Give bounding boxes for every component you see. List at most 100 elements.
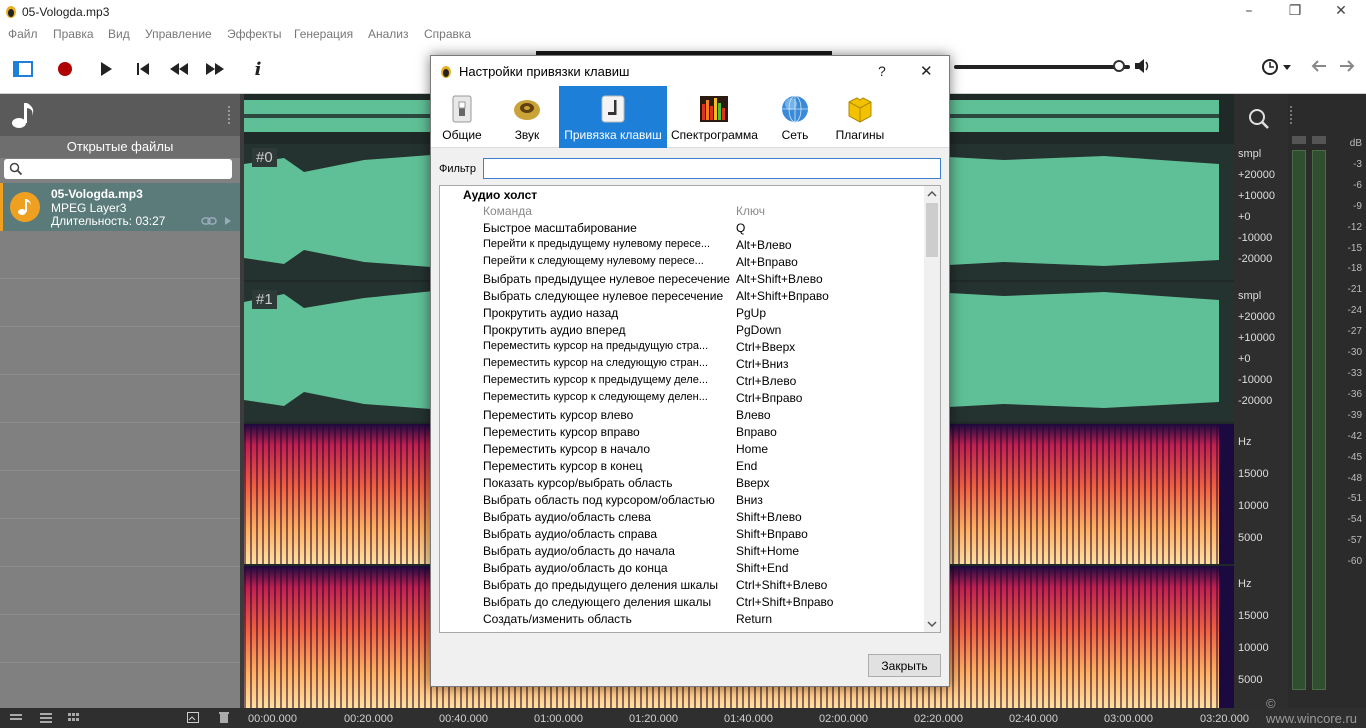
key-bindings-list[interactable]: Аудио холст Команда Ключ Быстрое масштаб… (439, 185, 941, 633)
filter-label: Фильтр (439, 163, 476, 175)
level-meter: dB -3 -6 -9 -12 -15 -18 -21 -24 -27 -30 … (1288, 94, 1366, 708)
dialog-title: Настройки привязки клавиш (459, 64, 630, 79)
amplitude-scale: smpl +20000 +10000 +0 -10000 -20000 smpl… (1234, 94, 1288, 708)
channel-label-1: #1 (252, 290, 277, 309)
tab-general[interactable]: Общие (435, 86, 489, 148)
filter-input[interactable] (483, 158, 941, 179)
binding-row[interactable]: Выбрать аудио/область до конца Shift+End (440, 560, 924, 577)
menu-analyze[interactable]: Анализ (368, 27, 409, 41)
image-icon[interactable] (187, 712, 199, 723)
dialog-tabs: Общие Звук Привязка клавиш Спектрограмма… (431, 86, 949, 148)
binding-row[interactable]: Выбрать аудио/область до начала Shift+Hom… (440, 543, 924, 560)
list-view-icon[interactable] (10, 713, 22, 723)
binding-row[interactable]: Переместить курсор в начало Home (440, 441, 924, 458)
dialog-title-bar: Настройки привязки клавиш ? ✕ (431, 56, 949, 86)
trash-icon[interactable] (218, 712, 230, 723)
globe-icon (782, 95, 808, 123)
scroll-up-icon[interactable] (927, 190, 937, 198)
speaker-icon (514, 100, 540, 120)
scroll-down-icon[interactable] (927, 620, 937, 628)
binding-row[interactable]: Выбрать аудио/область справа Shift+Вправо (440, 526, 924, 543)
info-icon[interactable]: i (245, 56, 271, 82)
zoom-icon[interactable] (1248, 108, 1270, 130)
key-icon (601, 95, 625, 123)
menu-help[interactable]: Справка (424, 27, 471, 41)
binding-row[interactable]: Переместить курсор на предыдущую стра...… (440, 339, 924, 356)
binding-row[interactable]: Прокрутить аудио вперед PgDown (440, 322, 924, 339)
binding-row[interactable]: Переместить курсор к предыдущему деле...… (440, 373, 924, 390)
record-icon[interactable] (52, 56, 78, 82)
tab-key-bindings[interactable]: Привязка клавиш (559, 86, 667, 148)
binding-row[interactable]: Переместить курсор в конец End (440, 458, 924, 475)
clock-dropdown-icon[interactable] (1261, 58, 1293, 76)
tab-plugins[interactable]: Плагины (831, 86, 889, 148)
volume-knob[interactable] (1113, 60, 1126, 72)
binding-row[interactable]: Прокрутить аудио назад PgUp (440, 305, 924, 322)
open-files-header: Открытые файлы (0, 136, 240, 158)
menu-view[interactable]: Вид (108, 27, 130, 41)
scroll-thumb[interactable] (926, 203, 938, 257)
file-duration: Длительность: 03:27 (51, 214, 166, 228)
menu-edit[interactable]: Правка (53, 27, 94, 41)
dialog-close-x[interactable]: ✕ (920, 62, 933, 80)
rewind-icon[interactable] (166, 56, 192, 82)
files-search-input[interactable] (4, 159, 232, 179)
skip-start-icon[interactable] (130, 56, 156, 82)
file-name: 05-Vologda.mp3 (51, 187, 143, 201)
binding-row[interactable]: Переместить курсор влево Влево (440, 407, 924, 424)
binding-row[interactable]: Переместить курсор на следующую стран...… (440, 356, 924, 373)
close-window-button[interactable]: ✕ (1318, 0, 1364, 24)
timeline-bar: 00:00.000 00:20.000 00:40.000 01:00.000 … (0, 696, 1366, 728)
close-button[interactable]: Закрыть (868, 654, 941, 677)
detail-view-icon[interactable] (40, 713, 52, 723)
binding-row[interactable]: Переместить курсор вправо Вправо (440, 424, 924, 441)
binding-row[interactable]: Перейти к предыдущему нулевому пересе...… (440, 237, 924, 254)
menu-file[interactable]: Файл (8, 27, 38, 41)
view-panel-icon[interactable] (10, 56, 36, 82)
volume-slider[interactable] (954, 65, 1130, 69)
binding-row[interactable]: Выбрать до следующего деления шкалы Ctrl+… (440, 594, 924, 611)
binding-row[interactable]: Выбрать аудио/область слева Shift+Влево (440, 509, 924, 526)
binding-row[interactable]: Быстрое масштабирование Q (440, 220, 924, 237)
binding-row[interactable]: Создать/изменить область Return (440, 611, 924, 628)
meter-bar-right (1312, 150, 1326, 690)
panel-grip[interactable] (228, 106, 234, 124)
forward-arrow-icon[interactable] (1338, 59, 1356, 73)
binding-row[interactable]: Выбрать следующее нулевое пересечение Alt… (440, 288, 924, 305)
menu-control[interactable]: Управление (145, 27, 212, 41)
minimize-button[interactable]: – (1226, 0, 1272, 24)
puzzle-icon (848, 97, 872, 123)
binding-row[interactable]: Перейти к следующему нулевому пересе... A… (440, 254, 924, 271)
dialog-app-icon (441, 66, 451, 78)
group-header-row[interactable]: Аудио холст (440, 186, 924, 203)
column-header-row: Команда Ключ (440, 203, 924, 220)
files-panel: Открытые файлы 05-Vologda.mp3 MPEG Layer… (0, 94, 240, 710)
back-arrow-icon[interactable] (1310, 59, 1328, 73)
speaker-volume-icon[interactable] (1134, 58, 1152, 74)
watermark: © www.wincore.ru (1266, 696, 1358, 726)
binding-row[interactable]: Переместить курсор к следующему делен...… (440, 390, 924, 407)
fast-forward-icon[interactable] (202, 56, 228, 82)
tab-network[interactable]: Сеть (771, 86, 819, 148)
key-bindings-dialog: Настройки привязки клавиш ? ✕ Общие Звук… (430, 55, 950, 687)
grid-view-icon[interactable] (68, 713, 80, 723)
list-scrollbar[interactable] (924, 186, 940, 632)
window-title: 05-Vologda.mp3 (22, 5, 110, 19)
menu-generate[interactable]: Генерация (294, 27, 353, 41)
tab-sound[interactable]: Звук (499, 86, 555, 148)
help-button[interactable]: ? (878, 63, 886, 79)
binding-row[interactable]: Показать курсор/выбрать область Вверх (440, 475, 924, 492)
binding-row[interactable]: Выбрать до предыдущего деления шкалы Ctrl… (440, 577, 924, 594)
link-icon[interactable] (201, 216, 235, 226)
title-bar: 05-Vologda.mp3 – ❐ ✕ (0, 0, 1366, 24)
play-icon[interactable] (93, 56, 119, 82)
tab-spectrogram[interactable]: Спектрограмма (671, 86, 758, 148)
maximize-button[interactable]: ❐ (1272, 0, 1318, 24)
binding-row[interactable]: Выбрать предыдущее нулевое пересечение Al… (440, 271, 924, 288)
meter-grip[interactable] (1290, 106, 1296, 124)
menu-effects[interactable]: Эффекты (227, 27, 282, 41)
audio-file-icon (10, 192, 40, 222)
binding-row[interactable]: Выбрать область под курсором/областью Вни… (440, 492, 924, 509)
group-label: Аудио холст (463, 188, 538, 202)
open-file-item[interactable]: 05-Vologda.mp3 MPEG Layer3 Длительность:… (0, 183, 240, 231)
